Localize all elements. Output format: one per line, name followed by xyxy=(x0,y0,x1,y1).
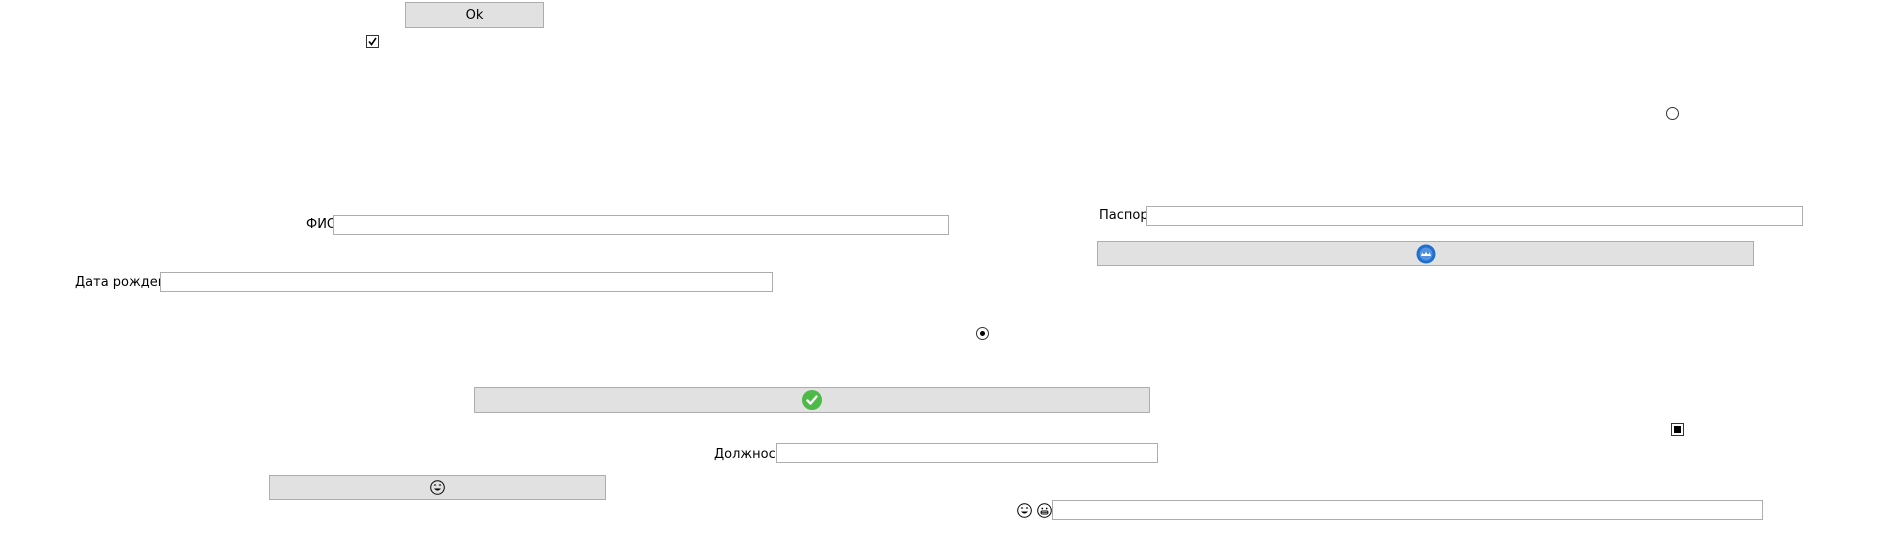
confirm-button[interactable] xyxy=(474,387,1150,413)
smile-icon xyxy=(430,480,445,495)
radio-dot xyxy=(980,331,985,336)
grinning-face-icon xyxy=(1037,503,1052,518)
fio-input[interactable] xyxy=(333,215,949,235)
blue-badge-icon xyxy=(1416,244,1435,263)
radio-option-mid[interactable] xyxy=(976,327,989,340)
radio-option-top[interactable] xyxy=(1666,107,1679,120)
bottom-right-input[interactable] xyxy=(1052,500,1763,520)
position-input[interactable] xyxy=(776,443,1158,463)
checkbox-indeterminate[interactable] xyxy=(1671,423,1684,436)
passport-action-button[interactable] xyxy=(1097,241,1754,266)
smile-button[interactable] xyxy=(269,475,606,500)
birth-date-input[interactable] xyxy=(160,272,773,292)
indeterminate-mark xyxy=(1674,426,1681,433)
check-circle-icon xyxy=(802,390,822,410)
checkmark-icon xyxy=(368,37,377,46)
passport-input[interactable] xyxy=(1146,206,1803,226)
ok-button[interactable]: Ok xyxy=(405,2,544,28)
ok-button-label: Ok xyxy=(465,7,484,23)
laughing-face-icon xyxy=(1017,503,1032,518)
checkbox-checked[interactable] xyxy=(366,35,379,48)
